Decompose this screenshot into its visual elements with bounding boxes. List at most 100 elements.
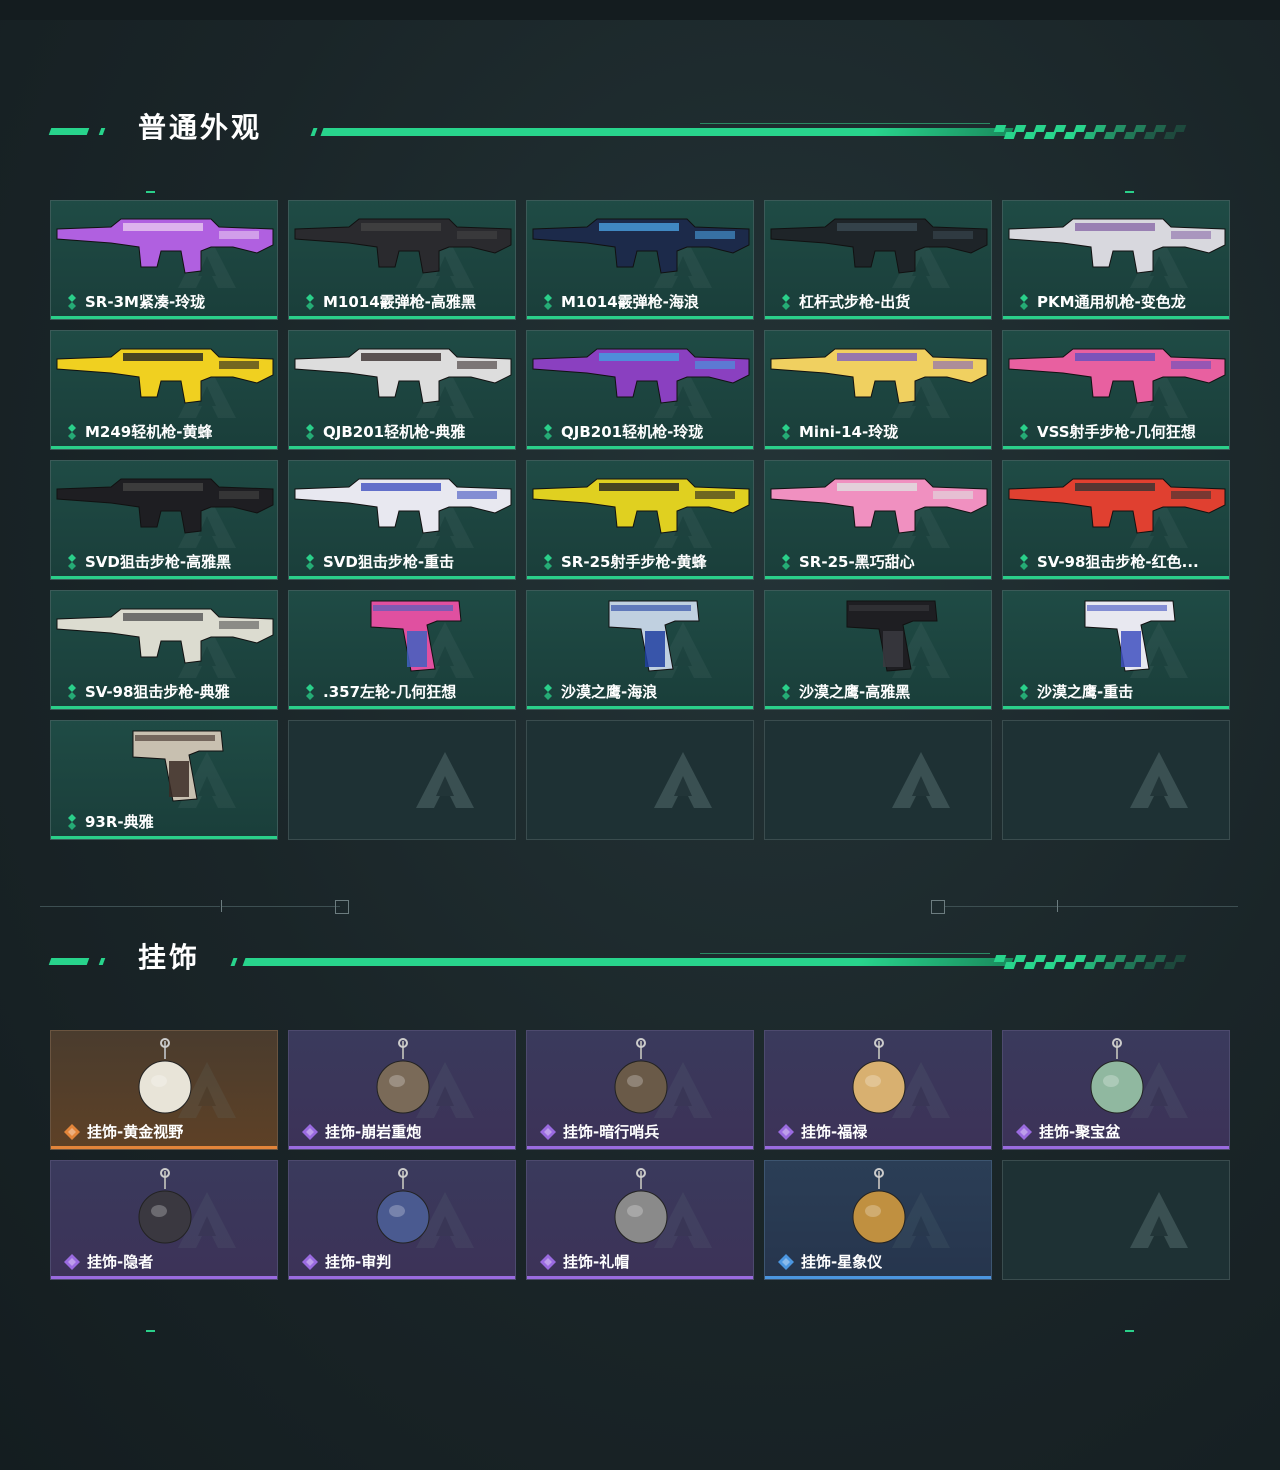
skin-card[interactable]: SVD狙击步枪-重击: [288, 460, 516, 580]
section-divider: [0, 897, 1280, 917]
rarity-bar: [289, 316, 515, 319]
section-header-charms: 挂饰: [0, 940, 1280, 980]
shotgun-icon: [532, 218, 750, 274]
rarity-bar: [1003, 316, 1229, 319]
skin-card[interactable]: .357左轮-几何狂想: [288, 590, 516, 710]
charm-card[interactable]: 挂饰-礼帽: [526, 1160, 754, 1280]
empty-slot: [526, 720, 754, 840]
rarity-bar: [1003, 446, 1229, 449]
charm-icon: [1090, 1038, 1144, 1114]
skin-card[interactable]: M1014霰弹枪-海浪: [526, 200, 754, 320]
pistol-icon: [132, 730, 224, 802]
rarity-bar: [1003, 1146, 1229, 1149]
charm-card[interactable]: 挂饰-崩岩重炮: [288, 1030, 516, 1150]
item-label: 挂饰-审判: [325, 1253, 392, 1271]
skin-card[interactable]: SVD狙击步枪-高雅黑: [50, 460, 278, 580]
skin-card[interactable]: 93R-典雅: [50, 720, 278, 840]
skin-card[interactable]: SR-3M紧凑-玲珑: [50, 200, 278, 320]
item-label: M1014霰弹枪-海浪: [561, 293, 699, 311]
item-label: QJB201轻机枪-典雅: [323, 423, 466, 441]
rarity-icon: [540, 1124, 556, 1140]
machine-gun-icon: [56, 348, 274, 404]
charm-icon: [614, 1038, 668, 1114]
rarity-icon: [306, 424, 314, 440]
skin-card[interactable]: M1014霰弹枪-高雅黑: [288, 200, 516, 320]
machine-gun-icon: [1008, 218, 1226, 274]
skin-card[interactable]: QJB201轻机枪-典雅: [288, 330, 516, 450]
empty-slot: [288, 720, 516, 840]
empty-slot: [1002, 1160, 1230, 1280]
rarity-icon: [782, 424, 790, 440]
item-label: 挂饰-福禄: [801, 1123, 868, 1141]
rarity-bar: [765, 706, 991, 709]
rarity-bar: [51, 1276, 277, 1279]
header-checker: [993, 955, 1205, 969]
header-line: [700, 953, 990, 954]
skin-card[interactable]: 沙漠之鹰-高雅黑: [764, 590, 992, 710]
machine-gun-icon: [532, 348, 750, 404]
skin-card[interactable]: SR-25射手步枪-黄蜂: [526, 460, 754, 580]
rarity-icon: [306, 554, 314, 570]
corner-tick: [1125, 191, 1134, 193]
rarity-icon: [306, 684, 314, 700]
rifle-icon: [770, 218, 988, 274]
pistol-icon: [846, 600, 938, 672]
skin-card[interactable]: 沙漠之鹰-重击: [1002, 590, 1230, 710]
item-label: SVD狙击步枪-高雅黑: [85, 553, 232, 571]
rarity-icon: [778, 1254, 794, 1270]
header-accent: [310, 128, 318, 136]
rarity-bar: [51, 446, 277, 449]
machine-gun-icon: [294, 348, 512, 404]
charm-card[interactable]: 挂饰-隐者: [50, 1160, 278, 1280]
skin-card[interactable]: 杠杆式步枪-出货: [764, 200, 992, 320]
skin-card[interactable]: SV-98狙击步枪-典雅: [50, 590, 278, 710]
rarity-bar: [527, 446, 753, 449]
skin-card[interactable]: SR-25-黑巧甜心: [764, 460, 992, 580]
charm-icon: [138, 1038, 192, 1114]
smg-icon: [56, 218, 274, 274]
charms-grid: 挂饰-黄金视野 挂饰-崩岩重炮 挂饰-暗行哨兵 挂饰-福禄 挂饰-聚宝盆 挂饰-隐者 挂饰-…: [50, 1030, 1230, 1280]
item-label: M249轻机枪-黄蜂: [85, 423, 213, 441]
skin-card[interactable]: QJB201轻机枪-玲珑: [526, 330, 754, 450]
rarity-icon: [544, 684, 552, 700]
skin-card[interactable]: Mini-14-玲珑: [764, 330, 992, 450]
empty-slot: [1002, 720, 1230, 840]
skin-card[interactable]: M249轻机枪-黄蜂: [50, 330, 278, 450]
rarity-icon: [68, 684, 76, 700]
header-line: [320, 128, 1014, 136]
skin-card[interactable]: SV-98狙击步枪-红色...: [1002, 460, 1230, 580]
charm-icon: [614, 1168, 668, 1244]
rarity-icon: [782, 294, 790, 310]
item-label: 挂饰-聚宝盆: [1039, 1123, 1121, 1141]
charm-card[interactable]: 挂饰-聚宝盆: [1002, 1030, 1230, 1150]
charm-card[interactable]: 挂饰-福禄: [764, 1030, 992, 1150]
rarity-icon: [1020, 554, 1028, 570]
item-label: M1014霰弹枪-高雅黑: [323, 293, 476, 311]
sniper-icon: [294, 478, 512, 534]
skin-card[interactable]: VSS射手步枪-几何狂想: [1002, 330, 1230, 450]
section-title: 普通外观: [138, 111, 263, 144]
skin-card[interactable]: 沙漠之鹰-海浪: [526, 590, 754, 710]
rarity-icon: [68, 294, 76, 310]
item-label: SR-3M紧凑-玲珑: [85, 293, 206, 311]
rarity-bar: [51, 576, 277, 579]
rarity-bar: [527, 1146, 753, 1149]
rarity-bar: [51, 706, 277, 709]
rarity-bar: [765, 576, 991, 579]
corner-tick: [146, 191, 155, 193]
charm-card[interactable]: 挂饰-星象仪: [764, 1160, 992, 1280]
rarity-bar: [765, 1276, 991, 1279]
item-label: SV-98狙击步枪-红色...: [1037, 553, 1199, 571]
corner-tick: [1125, 1330, 1134, 1332]
skin-card[interactable]: PKM通用机枪-变色龙: [1002, 200, 1230, 320]
header-accent: [98, 128, 106, 135]
charm-card[interactable]: 挂饰-审判: [288, 1160, 516, 1280]
charm-card[interactable]: 挂饰-暗行哨兵: [526, 1030, 754, 1150]
rarity-bar: [765, 316, 991, 319]
charm-icon: [852, 1168, 906, 1244]
rarity-icon: [1016, 1124, 1032, 1140]
rarity-bar: [1003, 706, 1229, 709]
item-label: SR-25-黑巧甜心: [799, 553, 915, 571]
charm-card[interactable]: 挂饰-黄金视野: [50, 1030, 278, 1150]
item-label: QJB201轻机枪-玲珑: [561, 423, 704, 441]
